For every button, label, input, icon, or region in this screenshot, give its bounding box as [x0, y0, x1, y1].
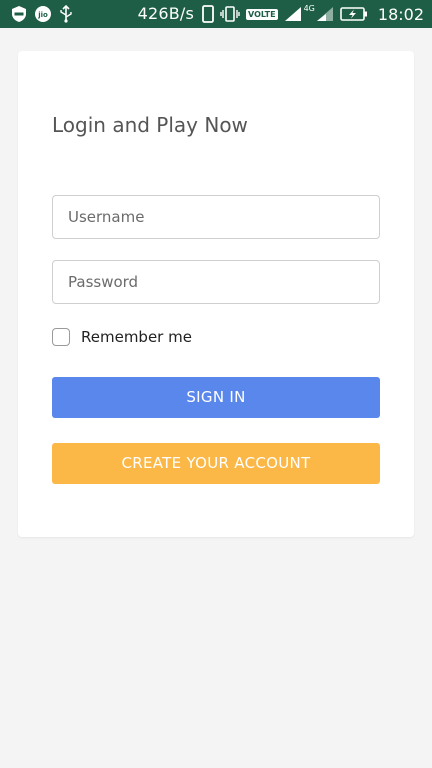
clock: 18:02 [377, 4, 424, 24]
phone-icon [202, 5, 214, 23]
network-type: 4G [303, 3, 315, 13]
status-bar-left: jio [10, 0, 80, 28]
remember-me-label: Remember me [81, 328, 192, 346]
battery-charging-icon [340, 6, 368, 22]
usb-icon [58, 5, 74, 23]
remember-me-row[interactable]: Remember me [52, 328, 192, 346]
network-speed: 426B/s [137, 4, 195, 23]
username-input[interactable] [52, 195, 380, 239]
login-card: Login and Play Now Remember me SIGN IN C… [18, 51, 414, 537]
shield-notification-icon [10, 5, 28, 23]
jio-notification-icon: jio [34, 5, 52, 23]
remember-me-checkbox[interactable] [52, 328, 70, 346]
page-title: Login and Play Now [52, 113, 248, 137]
status-bar-right: 426B/s VOLTE 4G 18:02 [138, 0, 424, 28]
status-bar: jio 426B/s VOLTE 4G 18:02 [0, 0, 432, 28]
vibrate-icon [220, 5, 240, 23]
volte-badge: VOLTE [246, 8, 278, 20]
signal-sim1-icon [284, 6, 302, 22]
password-input[interactable] [52, 260, 380, 304]
create-account-button[interactable]: CREATE YOUR ACCOUNT [52, 443, 380, 484]
sign-in-button[interactable]: SIGN IN [52, 377, 380, 418]
signal-sim2-icon [316, 6, 334, 22]
svg-text:jio: jio [37, 11, 48, 19]
